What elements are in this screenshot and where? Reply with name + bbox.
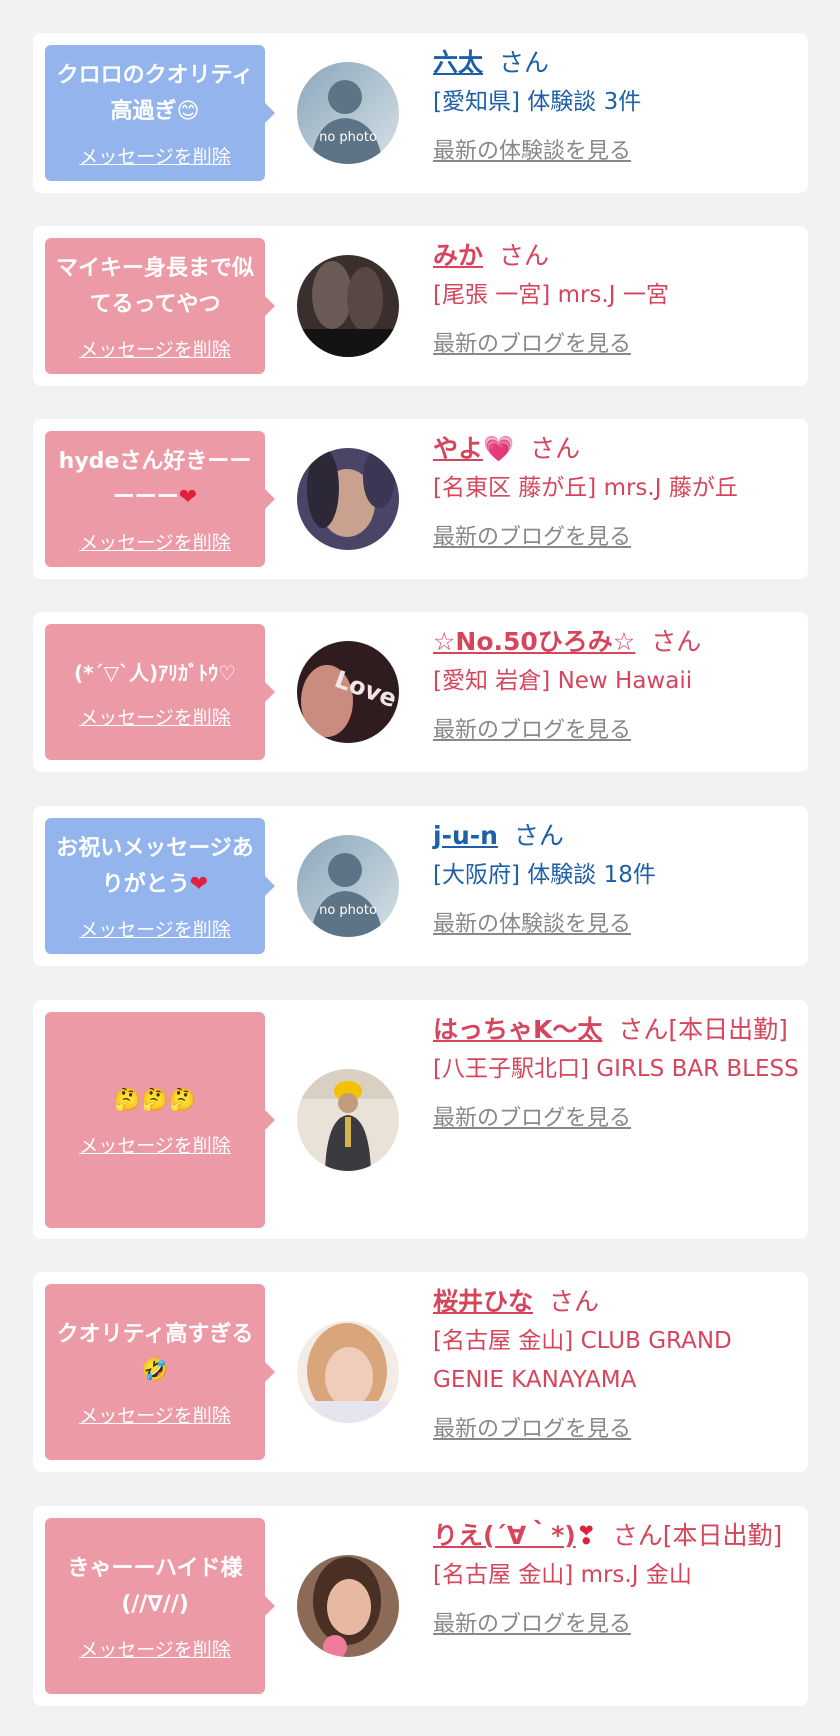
- sender-name-link[interactable]: 桜井ひな: [433, 1287, 533, 1316]
- honorific: さん: [651, 627, 702, 656]
- honorific: さん: [499, 48, 550, 77]
- no-photo-label: no photo: [319, 130, 377, 145]
- sender-info: j-u-n さん [大阪府] 体験談 18件 最新の体験談を見る: [433, 816, 805, 943]
- sender-location: [愛知 岩倉] New Hawaii: [433, 668, 693, 694]
- avatar-photo[interactable]: [297, 1069, 399, 1171]
- sender-info: 六太 さん [愛知県] 体験談 3件 最新の体験談を見る: [433, 43, 805, 170]
- sender-location: [名古屋 金山] mrs.J 金山: [433, 1562, 692, 1588]
- latest-link[interactable]: 最新の体験談を見る: [433, 134, 805, 170]
- delete-message-link[interactable]: メッセージを削除: [79, 703, 231, 730]
- message-card: クオリティ高すぎる🤣 メッセージを削除 桜井ひな さん [名古屋 金山] CLUB…: [33, 1272, 808, 1472]
- latest-link[interactable]: 最新のブログを見る: [433, 1412, 805, 1448]
- delete-message-link[interactable]: メッセージを削除: [79, 528, 231, 555]
- latest-link[interactable]: 最新のブログを見る: [433, 1101, 805, 1137]
- avatar-photo[interactable]: [297, 448, 399, 550]
- sender-location: [名古屋 金山] CLUB GRAND GENIE KANAYAMA: [433, 1328, 732, 1393]
- delete-message-link[interactable]: メッセージを削除: [79, 335, 231, 362]
- delete-message-link[interactable]: メッセージを削除: [79, 142, 231, 169]
- sender-info: りえ(´∀｀*)❣ さん[本日出勤] [名古屋 金山] mrs.J 金山 最新のブ…: [433, 1516, 805, 1643]
- message-card: (*´▽`人)ｱﾘｶﾞﾄｳ♡ メッセージを削除 Love ☆No.50ひろみ☆ さ…: [33, 612, 808, 772]
- message-bubble: hydeさん好きーーーーー❤ メッセージを削除: [45, 431, 275, 567]
- message-card: マイキー身長まで似てるってやつ メッセージを削除 みか さん [尾張 一宮] mr…: [33, 226, 808, 386]
- sender-info: みか さん [尾張 一宮] mrs.J 一宮 最新のブログを見る: [433, 236, 805, 363]
- no-photo-label: no photo: [319, 903, 377, 918]
- sender-location: [愛知県] 体験談 3件: [433, 89, 642, 115]
- avatar-photo[interactable]: [297, 1321, 399, 1423]
- sender-name-link[interactable]: はっちゃK〜太: [433, 1015, 602, 1044]
- message-text: (*´▽`人)ｱﾘｶﾞﾄｳ♡: [73, 660, 237, 685]
- honorific: さん: [530, 434, 581, 463]
- avatar-photo[interactable]: Love: [297, 641, 399, 743]
- message-bubble: 🤔🤔🤔 メッセージを削除: [45, 1012, 275, 1228]
- sender-info: 桜井ひな さん [名古屋 金山] CLUB GRAND GENIE KANAYAM…: [433, 1282, 805, 1448]
- sender-name-link[interactable]: みか: [433, 241, 483, 270]
- honorific: さん: [499, 241, 550, 270]
- message-text: きゃーーハイド様(//∇//): [67, 1555, 243, 1617]
- sender-name-link[interactable]: ☆No.50ひろみ☆: [433, 627, 635, 656]
- message-card: きゃーーハイド様(//∇//) メッセージを削除 りえ(´∀｀*)❣ さん[本日出…: [33, 1506, 808, 1706]
- heart-emoji: ❤: [178, 484, 198, 510]
- sender-location: [八王子駅北口] GIRLS BAR BLESS: [433, 1056, 799, 1082]
- smile-emoji: 😊: [176, 98, 200, 124]
- message-bubble: クオリティ高すぎる🤣 メッセージを削除: [45, 1284, 275, 1460]
- latest-link[interactable]: 最新のブログを見る: [433, 327, 805, 363]
- honorific: さん: [549, 1287, 600, 1316]
- message-card: hydeさん好きーーーーー❤ メッセージを削除 やよ💗 さん [名東区 藤が丘] …: [33, 419, 808, 579]
- sender-name-link[interactable]: やよ: [433, 434, 483, 463]
- delete-message-link[interactable]: メッセージを削除: [79, 1131, 231, 1158]
- message-bubble: きゃーーハイド様(//∇//) メッセージを削除: [45, 1518, 275, 1694]
- heart-icon: 💗: [483, 434, 515, 463]
- delete-message-link[interactable]: メッセージを削除: [79, 1635, 231, 1662]
- message-text: hydeさん好きーーーーー❤: [58, 448, 252, 510]
- heart-emoji: ❤: [189, 871, 209, 897]
- message-card: 🤔🤔🤔 メッセージを削除 はっちゃK〜太 さん[本日出勤] [八王子駅北口] GI…: [33, 1000, 808, 1239]
- sender-info: ☆No.50ひろみ☆ さん [愛知 岩倉] New Hawaii 最新のブログを見…: [433, 622, 805, 749]
- message-text: クロロのクオリティ高過ぎ😊: [56, 62, 254, 124]
- avatar-photo[interactable]: [297, 255, 399, 357]
- message-bubble: マイキー身長まで似てるってやつ メッセージを削除: [45, 238, 275, 374]
- avatar-no-photo[interactable]: no photo: [297, 835, 399, 937]
- sender-info: やよ💗 さん [名東区 藤が丘] mrs.J 藤が丘 最新のブログを見る: [433, 429, 805, 556]
- latest-link[interactable]: 最新の体験談を見る: [433, 907, 805, 943]
- latest-link[interactable]: 最新のブログを見る: [433, 713, 805, 749]
- sender-location: [名東区 藤が丘] mrs.J 藤が丘: [433, 475, 738, 501]
- message-text: お祝いメッセージありがとう❤: [56, 835, 254, 897]
- delete-message-link[interactable]: メッセージを削除: [79, 915, 231, 942]
- latest-link[interactable]: 最新のブログを見る: [433, 520, 805, 556]
- message-text: マイキー身長まで似てるってやつ: [55, 255, 254, 317]
- message-card: お祝いメッセージありがとう❤ メッセージを削除 no photo j-u-n さん…: [33, 806, 808, 966]
- message-bubble: (*´▽`人)ｱﾘｶﾞﾄｳ♡ メッセージを削除: [45, 624, 275, 760]
- sender-name-link[interactable]: 六太: [433, 48, 483, 77]
- message-bubble: お祝いメッセージありがとう❤ メッセージを削除: [45, 818, 275, 954]
- latest-link[interactable]: 最新のブログを見る: [433, 1607, 805, 1643]
- sender-location: [尾張 一宮] mrs.J 一宮: [433, 282, 669, 308]
- message-bubble: クロロのクオリティ高過ぎ😊 メッセージを削除: [45, 45, 275, 181]
- delete-message-link[interactable]: メッセージを削除: [79, 1401, 231, 1428]
- message-text: 🤔🤔🤔: [113, 1087, 197, 1113]
- sender-location: [大阪府] 体験談 18件: [433, 862, 656, 888]
- message-card: クロロのクオリティ高過ぎ😊 メッセージを削除 no photo 六太 さん [愛知…: [33, 33, 808, 193]
- message-text: クオリティ高すぎる🤣: [56, 1321, 254, 1383]
- sender-name-link[interactable]: j-u-n: [433, 821, 498, 850]
- avatar-photo[interactable]: [297, 1555, 399, 1657]
- heart-exclamation-icon: ❣: [575, 1521, 597, 1550]
- sender-name-link[interactable]: りえ(´∀｀*): [433, 1521, 576, 1550]
- sender-info: はっちゃK〜太 さん[本日出勤] [八王子駅北口] GIRLS BAR BLESS…: [433, 1010, 805, 1137]
- honorific: さん[本日出勤]: [618, 1015, 788, 1044]
- rofl-emoji: 🤣: [141, 1357, 169, 1383]
- avatar-no-photo[interactable]: no photo: [297, 62, 399, 164]
- honorific: さん[本日出勤]: [612, 1521, 783, 1550]
- honorific: さん: [513, 821, 564, 850]
